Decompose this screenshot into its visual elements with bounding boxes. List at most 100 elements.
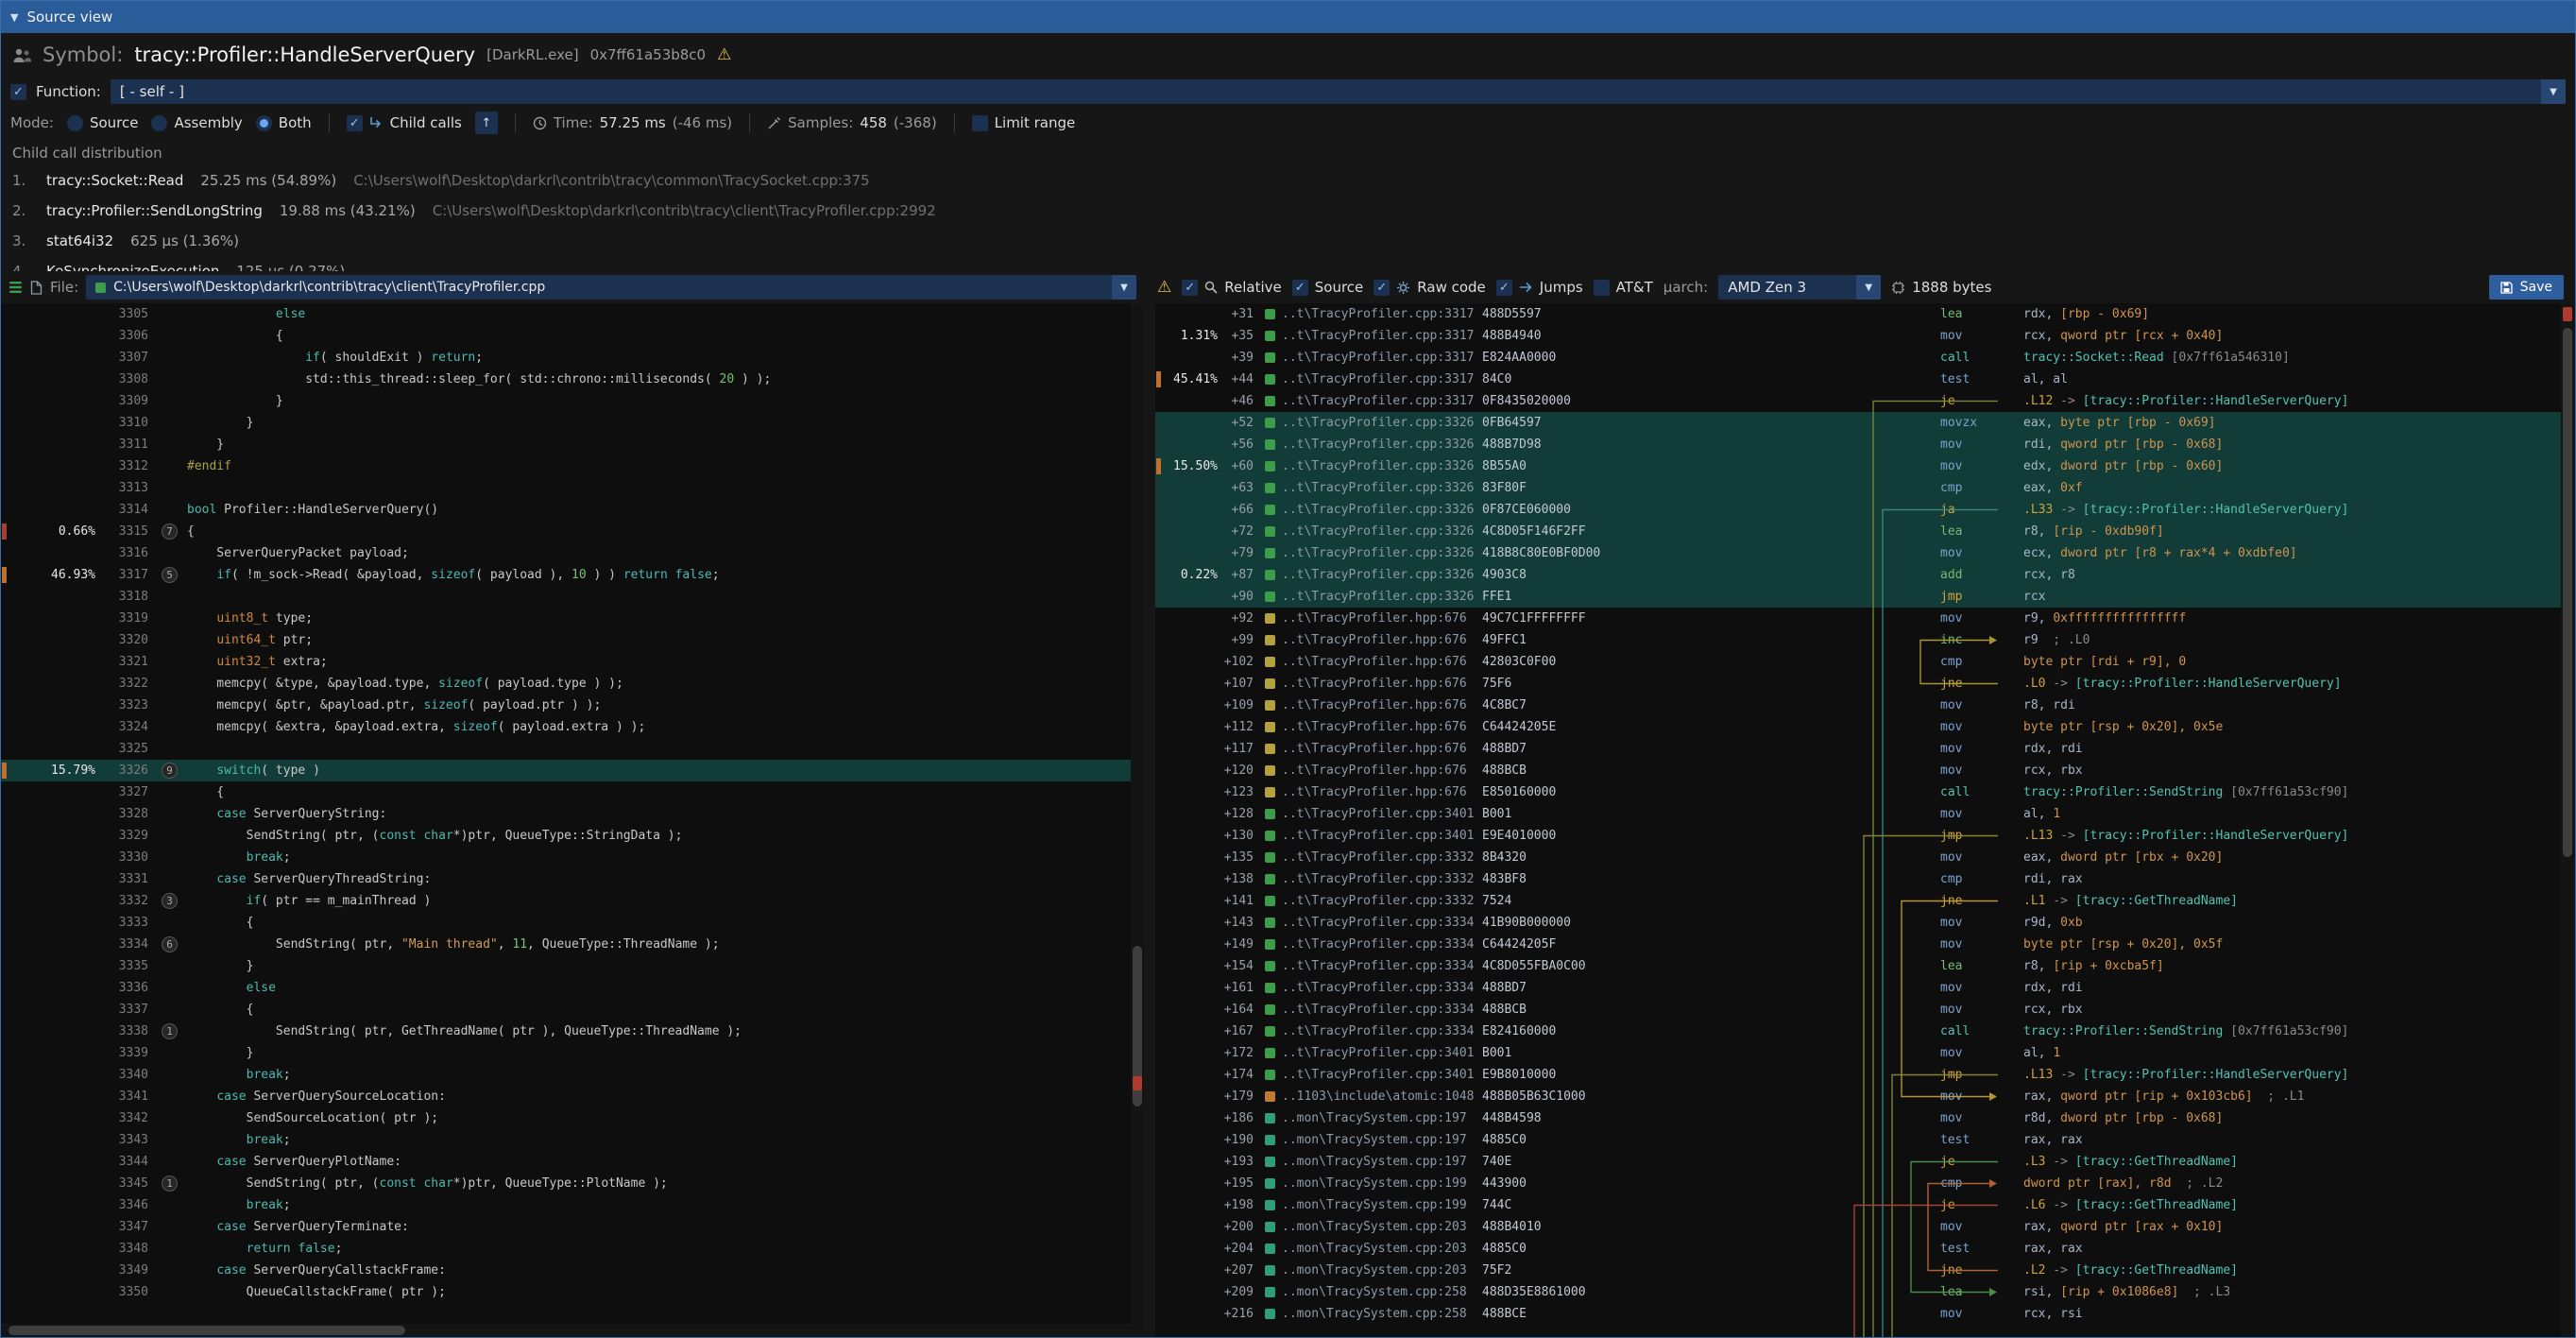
asm-row[interactable]: +190..mon\TracySystem.cpp:1974885C0testr…	[1155, 1129, 2561, 1151]
asm-row[interactable]: +154..t\TracyProfiler.cpp:33344C8D055FBA…	[1155, 955, 2561, 977]
source-line[interactable]: 3306 {	[1, 325, 1144, 347]
source-line[interactable]: 3344 case ServerQueryPlotName:	[1, 1151, 1144, 1173]
asm-row[interactable]: +209..mon\TracySystem.cpp:258488D35E8861…	[1155, 1281, 2561, 1303]
asm-row[interactable]: +200..mon\TracySystem.cpp:203488B4010mov…	[1155, 1216, 2561, 1238]
source-line[interactable]: 3325	[1, 738, 1144, 760]
source-line[interactable]: 3336 else	[1, 977, 1144, 999]
source-line[interactable]: 3327 {	[1, 781, 1144, 803]
asm-row[interactable]: +172..t\TracyProfiler.cpp:3401B001moval,…	[1155, 1042, 2561, 1064]
asm-row[interactable]: +193..mon\TracySystem.cpp:197740Eje.L3 -…	[1155, 1151, 2561, 1173]
asm-row[interactable]: +102..t\TracyProfiler.hpp:67642803C0F00c…	[1155, 651, 2561, 673]
source-line[interactable]: 3318	[1, 586, 1144, 608]
source-line[interactable]: 3337 {	[1, 999, 1144, 1021]
chevron-down-icon[interactable]: ▼	[2541, 79, 2566, 104]
asm-row[interactable]: +135..t\TracyProfiler.cpp:33328B4320move…	[1155, 847, 2561, 868]
source-line[interactable]: 3348 return false;	[1, 1238, 1144, 1260]
asm-row[interactable]: +174..t\TracyProfiler.cpp:3401E9B8010000…	[1155, 1064, 2561, 1086]
uarch-combo[interactable]: AMD Zen 3 ▼	[1718, 275, 1881, 300]
source-line[interactable]: 33381 SendString( ptr, GetThreadName( pt…	[1, 1021, 1144, 1042]
source-line[interactable]: 3305 else	[1, 303, 1144, 325]
source-line[interactable]: 3347 case ServerQueryTerminate:	[1, 1216, 1144, 1238]
source-line[interactable]: 3321 uint32_t extra;	[1, 651, 1144, 673]
asm-row[interactable]: +161..t\TracyProfiler.cpp:3334488BD7movr…	[1155, 977, 2561, 999]
source-line[interactable]: 33451 SendString( ptr, (const char*)ptr,…	[1, 1173, 1144, 1194]
asm-row[interactable]: +46..t\TracyProfiler.cpp:33170F843502000…	[1155, 390, 2561, 412]
source-line[interactable]: 3340 break;	[1, 1064, 1144, 1086]
asm-row[interactable]: +52..t\TracyProfiler.cpp:33260FB64597mov…	[1155, 412, 2561, 434]
asm-row[interactable]: +186..mon\TracySystem.cpp:197448B4598mov…	[1155, 1107, 2561, 1129]
asm-row[interactable]: +63..t\TracyProfiler.cpp:332683F80Fcmpea…	[1155, 477, 2561, 499]
source-line[interactable]: 46.93%33175 if( !m_sock->Read( &payload,…	[1, 564, 1144, 586]
source-line[interactable]: 3311 }	[1, 434, 1144, 455]
file-combo[interactable]: C:\Users\wolf\Desktop\darkrl\contrib\tra…	[86, 275, 1136, 300]
source-line[interactable]: 33346 SendString( ptr, "Main thread", 11…	[1, 934, 1144, 955]
asm-row[interactable]: +143..t\TracyProfiler.cpp:333441B90B0000…	[1155, 912, 2561, 934]
propagate-up-button[interactable]: ↑	[475, 112, 498, 134]
panel-divider[interactable]	[1144, 303, 1155, 1337]
asm-row[interactable]: +117..t\TracyProfiler.hpp:676488BD7movrd…	[1155, 738, 2561, 760]
collapse-icon[interactable]: ▼	[10, 11, 18, 24]
source-vertical-scrollbar[interactable]	[1131, 303, 1144, 1337]
asm-row[interactable]: +92..t\TracyProfiler.hpp:67649C7C1FFFFFF…	[1155, 608, 2561, 629]
child-call-entry[interactable]: 4.KeSynchronizeExecution125 μs (0.27%)	[12, 256, 2564, 271]
asm-row[interactable]: +149..t\TracyProfiler.cpp:3334C64424205F…	[1155, 934, 2561, 955]
asm-row[interactable]: +198..mon\TracySystem.cpp:199744Cje.L6 -…	[1155, 1194, 2561, 1216]
source-line[interactable]: 3349 case ServerQueryCallstackFrame:	[1, 1260, 1144, 1281]
assembly-vertical-scrollbar[interactable]	[2561, 303, 2575, 1337]
save-button[interactable]: Save	[2489, 275, 2564, 300]
child-call-entry[interactable]: 3.stat64i32625 μs (1.36%)	[12, 226, 2564, 256]
source-line[interactable]: 3309 }	[1, 390, 1144, 412]
source-line[interactable]: 3329 SendString( ptr, (const char*)ptr, …	[1, 825, 1144, 847]
source-line[interactable]: 3319 uint8_t type;	[1, 608, 1144, 629]
asm-row[interactable]: +204..mon\TracySystem.cpp:2034885C0testr…	[1155, 1238, 2561, 1260]
source-line[interactable]: 3335 }	[1, 955, 1144, 977]
source-line[interactable]: 3328 case ServerQueryString:	[1, 803, 1144, 825]
child-calls-checkbox[interactable]: Child calls	[347, 114, 462, 131]
asm-row[interactable]: +107..t\TracyProfiler.hpp:67675F6jne.L0 …	[1155, 673, 2561, 695]
jumps-checkbox[interactable]: Jumps	[1496, 279, 1583, 296]
source-line[interactable]: 0.66%33157{	[1, 521, 1144, 542]
child-call-entry[interactable]: 1.tracy::Socket::Read25.25 ms (54.89%)C:…	[12, 165, 2564, 196]
mode-radio-source[interactable]: Source	[67, 114, 139, 131]
asm-row[interactable]: +109..t\TracyProfiler.hpp:6764C8BC7movr8…	[1155, 695, 2561, 716]
asm-row[interactable]: 1.31%+35..t\TracyProfiler.cpp:3317488B49…	[1155, 325, 2561, 347]
source-line[interactable]: 3323 memcpy( &ptr, &payload.ptr, sizeof(…	[1, 695, 1144, 716]
scrollbar-thumb[interactable]	[9, 1326, 405, 1335]
source-line[interactable]: 3322 memcpy( &type, &payload.type, sizeo…	[1, 673, 1144, 695]
chevron-down-icon[interactable]: ▼	[1856, 275, 1881, 300]
source-line[interactable]: 15.79%33269 switch( type )	[1, 760, 1144, 781]
asm-row[interactable]: +31..t\TracyProfiler.cpp:3317488D5597lea…	[1155, 303, 2561, 325]
source-checkbox[interactable]: Source	[1292, 279, 1364, 296]
source-line[interactable]: 3320 uint64_t ptr;	[1, 629, 1144, 651]
source-line[interactable]: 3342 SendSourceLocation( ptr );	[1, 1107, 1144, 1129]
chevron-down-icon[interactable]: ▼	[1112, 275, 1136, 300]
asm-row[interactable]: +195..mon\TracySystem.cpp:199443900cmpdw…	[1155, 1173, 2561, 1194]
asm-row[interactable]: +72..t\TracyProfiler.cpp:33264C8D05F146F…	[1155, 521, 2561, 542]
asm-row[interactable]: +123..t\TracyProfiler.hpp:676E850160000c…	[1155, 781, 2561, 803]
att-checkbox[interactable]: AT&T	[1594, 279, 1653, 296]
asm-row[interactable]: 0.22%+87..t\TracyProfiler.cpp:33264903C8…	[1155, 564, 2561, 586]
asm-row[interactable]: +138..t\TracyProfiler.cpp:3332483BF8cmpr…	[1155, 868, 2561, 890]
scrollbar-thumb[interactable]	[2563, 328, 2572, 857]
source-line[interactable]: 3346 break;	[1, 1194, 1144, 1216]
source-line[interactable]: 3316 ServerQueryPacket payload;	[1, 542, 1144, 564]
source-line[interactable]: 3343 break;	[1, 1129, 1144, 1151]
source-line[interactable]: 3313	[1, 477, 1144, 499]
asm-row[interactable]: +128..t\TracyProfiler.cpp:3401B001moval,…	[1155, 803, 2561, 825]
raw-code-checkbox[interactable]: Raw code	[1373, 279, 1486, 296]
source-line[interactable]: 3314bool Profiler::HandleServerQuery()	[1, 499, 1144, 521]
asm-row[interactable]: +164..t\TracyProfiler.cpp:3334488BCBmovr…	[1155, 999, 2561, 1021]
limit-range-checkbox[interactable]: Limit range	[972, 114, 1076, 131]
source-line[interactable]: 3333 {	[1, 912, 1144, 934]
source-line[interactable]: 3339 }	[1, 1042, 1144, 1064]
asm-row[interactable]: +90..t\TracyProfiler.cpp:3326FFE1jmprcx	[1155, 586, 2561, 608]
relative-checkbox[interactable]: Relative	[1182, 279, 1282, 296]
asm-row[interactable]: +112..t\TracyProfiler.hpp:676C64424205Em…	[1155, 716, 2561, 738]
source-line[interactable]: 3307 if( shouldExit ) return;	[1, 347, 1144, 369]
asm-row[interactable]: +141..t\TracyProfiler.cpp:33327524jne.L1…	[1155, 890, 2561, 912]
titlebar[interactable]: ▼ Source view	[1, 1, 2575, 33]
function-checkbox[interactable]	[10, 84, 26, 100]
source-line[interactable]: 3312#endif	[1, 455, 1144, 477]
asm-row[interactable]: +216..mon\TracySystem.cpp:258488BCEmovrc…	[1155, 1303, 2561, 1325]
asm-row[interactable]: +167..t\TracyProfiler.cpp:3334E824160000…	[1155, 1021, 2561, 1042]
